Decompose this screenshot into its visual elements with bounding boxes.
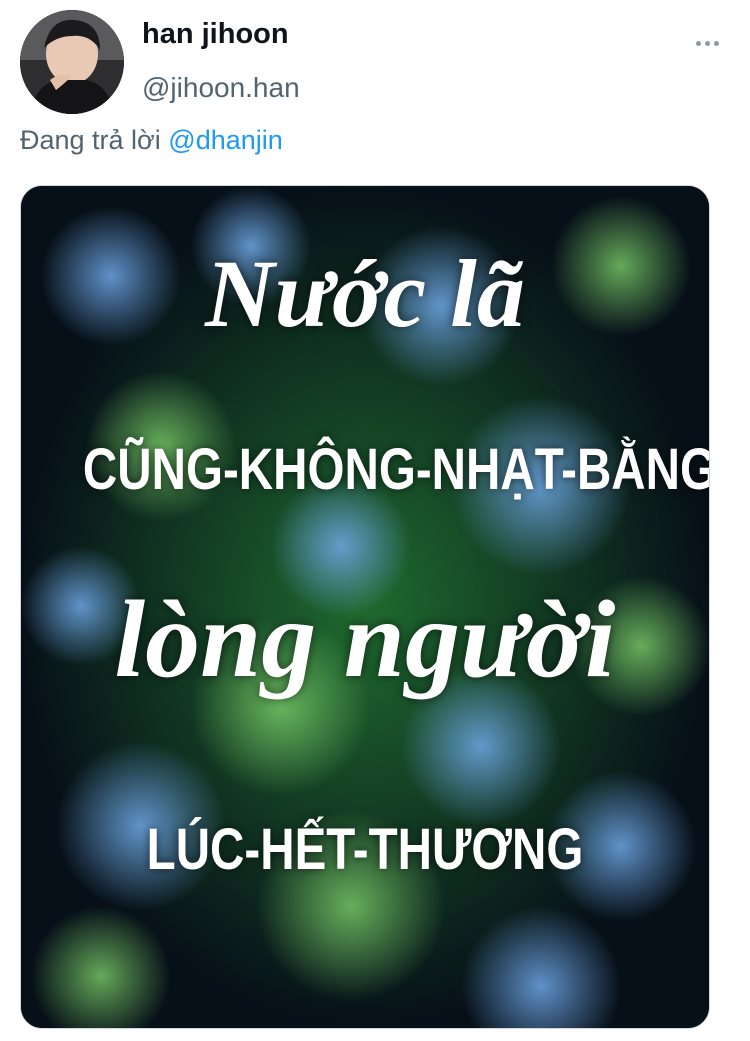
reply-mention-link[interactable]: @dhanjin (168, 125, 283, 155)
dot-icon (704, 40, 710, 46)
tweet-image[interactable]: Nước lã CŨNG-KHÔNG-NHẠT-BẰNG lòng người … (20, 185, 710, 1029)
image-text-line-1: Nước lã (205, 240, 525, 347)
author-name[interactable]: han jihoon (142, 18, 289, 51)
reply-prefix: Đang trả lời (20, 125, 161, 155)
avatar[interactable] (20, 10, 124, 114)
image-text-line-3: lòng người (114, 578, 616, 700)
author-handle[interactable]: @jihoon.han (142, 72, 300, 104)
more-options-icon[interactable] (692, 28, 722, 58)
dot-icon (713, 40, 719, 46)
image-text-line-4: LÚC-HẾT-THƯƠNG (146, 817, 584, 882)
dot-icon (695, 40, 701, 46)
image-text-line-2: CŨNG-KHÔNG-NHẠT-BẰNG (82, 437, 710, 502)
reply-context: Đang trả lời @dhanjin (20, 125, 283, 156)
